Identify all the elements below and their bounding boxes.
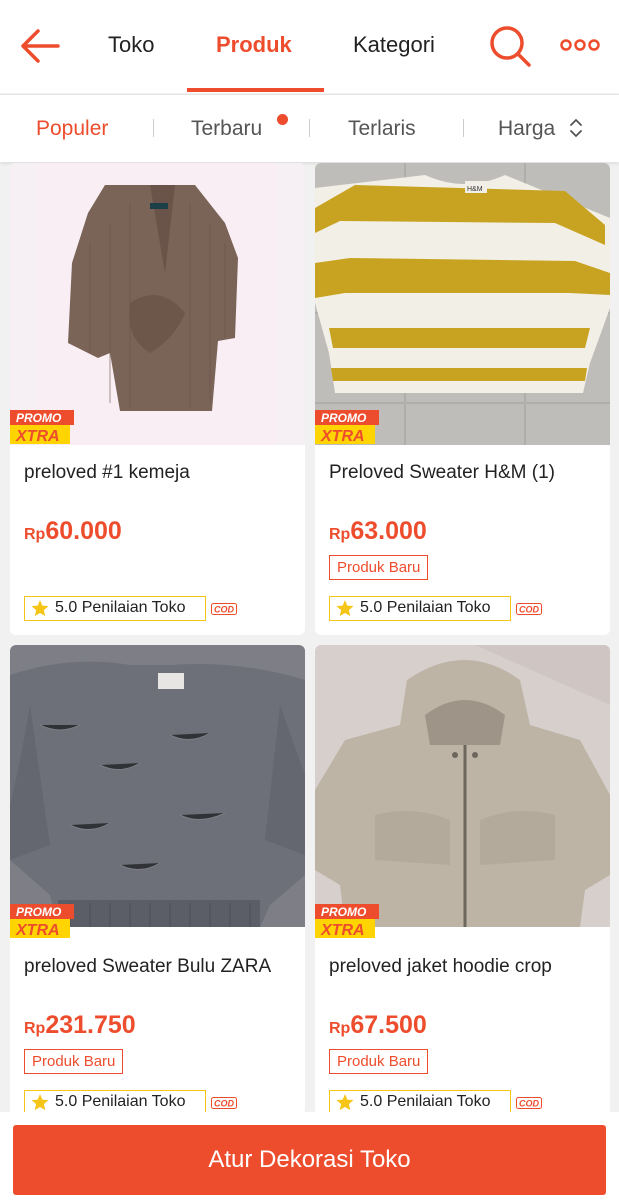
star-icon <box>336 1094 354 1111</box>
sort-terlaris[interactable]: Terlaris <box>348 117 416 141</box>
svg-text:H&M: H&M <box>467 186 483 193</box>
price-value: 67.500 <box>350 1011 427 1039</box>
promo-xtra-badge: PROMO XTRA <box>315 904 379 939</box>
product-image[interactable] <box>10 163 305 445</box>
cod-badge: COD <box>516 603 542 615</box>
product-price: Rp63.000 <box>329 517 427 546</box>
bottom-action-bar: Atur Dekorasi Toko <box>0 1112 619 1200</box>
currency-label: Rp <box>24 526 46 543</box>
rating-text: 5.0 Penilaian Toko <box>360 599 491 616</box>
price-value: 231.750 <box>45 1011 136 1039</box>
promo-xtra-badge: PROMO XTRA <box>10 904 74 939</box>
sort-bar: Populer Terbaru Terlaris Harga <box>0 94 619 162</box>
promo-xtra-badge: PROMO XTRA <box>10 410 74 445</box>
divider <box>153 119 154 137</box>
cod-badge: COD <box>211 603 237 615</box>
promo-label: PROMO <box>321 411 367 425</box>
product-card[interactable]: PROMO XTRA preloved jaket hoodie crop Rp… <box>315 645 610 1115</box>
currency-label: Rp <box>329 526 351 543</box>
promo-label: PROMO <box>16 905 62 919</box>
promo-label: XTRA <box>320 922 365 938</box>
star-icon <box>31 1094 49 1111</box>
star-icon <box>31 600 49 617</box>
product-image[interactable]: H&M <box>315 163 610 445</box>
promo-label: PROMO <box>16 411 62 425</box>
price-value: 63.000 <box>350 517 427 545</box>
more-icon[interactable] <box>560 38 600 52</box>
cod-label: COD <box>214 1099 235 1109</box>
back-arrow-icon[interactable] <box>18 26 62 66</box>
rating-text: 5.0 Penilaian Toko <box>55 1093 186 1110</box>
rating-text: 5.0 Penilaian Toko <box>55 599 186 616</box>
cod-label: COD <box>519 1099 540 1109</box>
active-tab-indicator <box>187 88 324 92</box>
rating-text: 5.0 Penilaian Toko <box>360 1093 491 1110</box>
tab-toko[interactable]: Toko <box>108 32 154 58</box>
shop-rating-badge: 5.0 Penilaian Toko <box>24 596 206 621</box>
tab-kategori[interactable]: Kategori <box>353 32 435 58</box>
sort-terbaru[interactable]: Terbaru <box>191 117 262 141</box>
promo-label: XTRA <box>15 922 60 938</box>
product-image[interactable] <box>315 645 610 940</box>
chevron-updown-icon[interactable] <box>569 117 583 139</box>
cod-label: COD <box>214 605 235 615</box>
cod-badge: COD <box>516 1097 542 1109</box>
top-navigation-bar: Toko Produk Kategori <box>0 0 619 93</box>
new-product-badge: Produk Baru <box>24 1049 124 1074</box>
currency-label: Rp <box>24 1020 46 1037</box>
product-name: preloved #1 kemeja <box>24 462 190 483</box>
product-card[interactable]: PROMO XTRA preloved Sweater Bulu ZARA Rp… <box>10 645 305 1115</box>
decorate-shop-button[interactable]: Atur Dekorasi Toko <box>13 1125 606 1195</box>
product-name: preloved Sweater Bulu ZARA <box>24 956 272 977</box>
price-value: 60.000 <box>45 517 122 545</box>
product-price: Rp231.750 <box>24 1011 136 1040</box>
divider <box>309 119 310 137</box>
search-icon[interactable] <box>486 22 532 68</box>
star-icon <box>336 600 354 617</box>
new-product-badge: Produk Baru <box>329 1049 429 1074</box>
sort-harga[interactable]: Harga <box>498 117 555 141</box>
product-image[interactable] <box>10 645 305 940</box>
new-indicator-dot <box>277 114 288 125</box>
promo-label: XTRA <box>15 428 60 444</box>
promo-label: XTRA <box>320 428 365 444</box>
promo-label: PROMO <box>321 905 367 919</box>
currency-label: Rp <box>329 1020 351 1037</box>
promo-xtra-badge: PROMO XTRA <box>315 410 379 445</box>
new-product-badge: Produk Baru <box>329 555 429 580</box>
divider <box>463 119 464 137</box>
cod-label: COD <box>519 605 540 615</box>
product-name: preloved jaket hoodie crop <box>329 956 552 977</box>
product-price: Rp67.500 <box>329 1011 427 1040</box>
product-price: Rp60.000 <box>24 517 122 546</box>
product-card[interactable]: PROMO XTRA preloved #1 kemeja Rp60.000 5… <box>10 163 305 635</box>
shop-rating-badge: 5.0 Penilaian Toko <box>329 596 511 621</box>
cod-badge: COD <box>211 1097 237 1109</box>
tab-produk[interactable]: Produk <box>216 32 292 58</box>
product-name: Preloved Sweater H&M (1) <box>329 462 555 483</box>
sort-populer[interactable]: Populer <box>36 117 108 141</box>
product-card[interactable]: H&M PROMO XTRA Preloved Sweater H&M (1) … <box>315 163 610 635</box>
